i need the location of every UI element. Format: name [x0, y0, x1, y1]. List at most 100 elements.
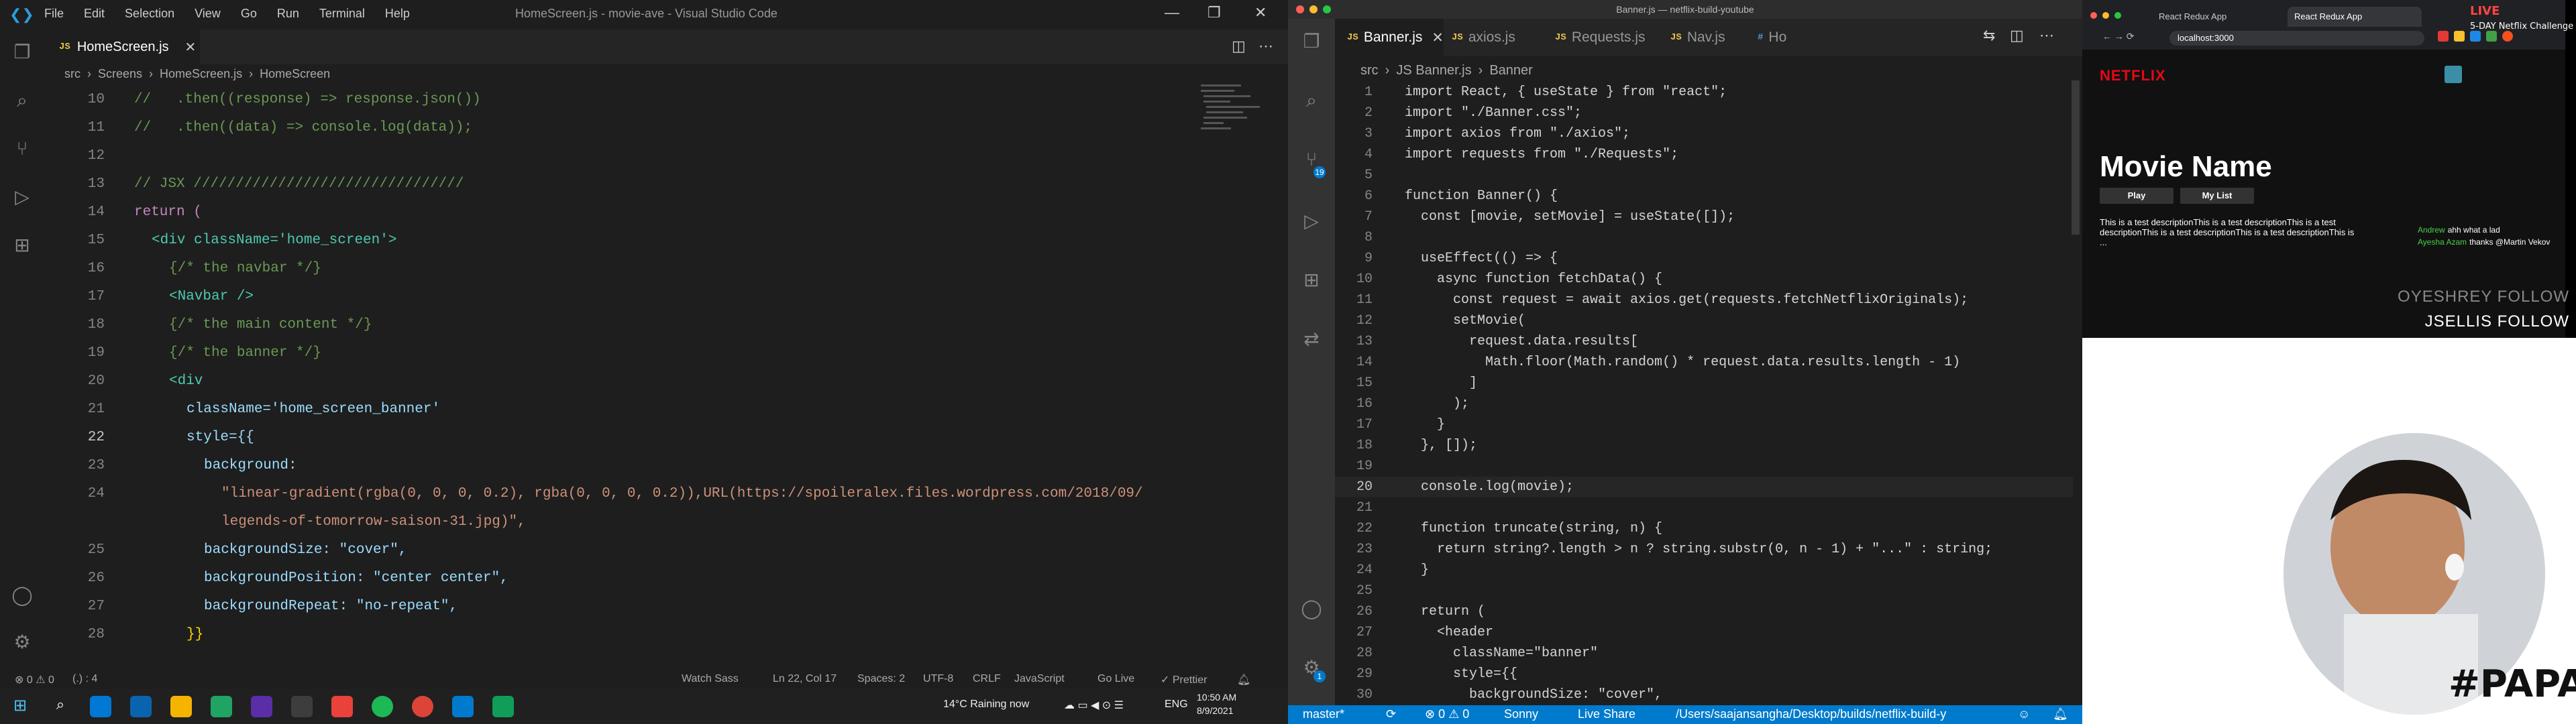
- spotify-icon[interactable]: [372, 696, 393, 717]
- watch-sass-button[interactable]: Watch Sass: [682, 673, 739, 685]
- extensions-icon[interactable]: ⊞: [9, 232, 36, 259]
- line-endings[interactable]: CRLF: [973, 673, 1001, 685]
- explorer-icon[interactable]: ❐: [1298, 28, 1325, 55]
- open-changes-icon[interactable]: ⇆: [1983, 27, 1995, 44]
- search-icon[interactable]: ⌕: [9, 87, 36, 114]
- settings-gear-icon[interactable]: ⚙: [9, 629, 36, 656]
- account-icon[interactable]: ◯: [1298, 595, 1325, 622]
- tab-banner-js[interactable]: JS Banner.js ✕: [1335, 19, 1444, 56]
- editor-scrollbar[interactable]: [2072, 80, 2080, 235]
- encoding[interactable]: UTF-8: [923, 673, 953, 685]
- zoom-dot-icon[interactable]: [1323, 5, 1331, 13]
- breadcrumb-item[interactable]: JS Banner.js: [1396, 63, 1471, 78]
- menu-item-terminal[interactable]: Terminal: [319, 7, 365, 21]
- extension-icon-green[interactable]: [2486, 31, 2497, 42]
- close-dot-icon[interactable]: [1296, 5, 1304, 13]
- edge-browser-icon[interactable]: [211, 696, 232, 717]
- feedback-icon[interactable]: ☺: [2018, 707, 2030, 721]
- app-icon-purple[interactable]: [251, 696, 272, 717]
- tab-axios-js[interactable]: JS axios.js: [1440, 19, 1515, 56]
- minimize-dot-icon[interactable]: [2102, 12, 2109, 19]
- chat-username: Andrew: [2418, 225, 2445, 235]
- minimize-dot-icon[interactable]: [1309, 5, 1318, 13]
- go-live-button[interactable]: Go Live: [1097, 673, 1134, 685]
- close-window-icon[interactable]: ✕: [1254, 4, 1267, 21]
- live-share-button[interactable]: Live Share: [1578, 707, 1635, 721]
- search-icon[interactable]: ⌕: [1298, 87, 1325, 114]
- run-debug-icon[interactable]: ▷: [9, 184, 36, 210]
- menu-item-run[interactable]: Run: [277, 7, 299, 21]
- breadcrumb-item[interactable]: src: [64, 67, 80, 81]
- split-editor-icon[interactable]: ◫: [2010, 27, 2024, 44]
- remote-explorer-icon[interactable]: ⇄: [1298, 326, 1325, 353]
- app-icon-grey[interactable]: [291, 696, 313, 717]
- git-branch[interactable]: master*: [1303, 707, 1344, 721]
- notifications-bell-icon[interactable]: 🔔︎: [2053, 707, 2068, 721]
- mail-app-icon[interactable]: [130, 696, 152, 717]
- live-share-user[interactable]: Sonny: [1504, 707, 1538, 721]
- store-app-icon[interactable]: [90, 696, 111, 717]
- menu-item-selection[interactable]: Selection: [125, 7, 174, 21]
- more-actions-icon[interactable]: ⋯: [2039, 27, 2054, 44]
- extension-icon-red[interactable]: [2438, 31, 2449, 42]
- extension-icon-yellow[interactable]: [2454, 31, 2465, 42]
- tab-requests-js[interactable]: JS Requests.js: [1543, 19, 1646, 56]
- problems-indicator[interactable]: ⊗ 0 ⚠ 0: [15, 673, 54, 686]
- my-list-button[interactable]: My List: [2180, 188, 2254, 204]
- tab-homescreen[interactable]: JS HomeScreen.js ✕: [44, 29, 200, 64]
- source-control-icon[interactable]: ⑂: [9, 135, 36, 162]
- close-dot-icon[interactable]: [2090, 12, 2097, 19]
- menu-item-edit[interactable]: Edit: [84, 7, 105, 21]
- clock-time[interactable]: 10:50 AM: [1197, 692, 1236, 703]
- account-icon[interactable]: ◯: [9, 582, 36, 609]
- profile-avatar-icon[interactable]: [2502, 31, 2513, 42]
- file-explorer-icon[interactable]: [170, 696, 192, 717]
- tab-ho[interactable]: # Ho: [1746, 19, 1786, 56]
- sync-icon[interactable]: ⟳: [1386, 707, 1396, 721]
- cursor-position[interactable]: Ln 22, Col 17: [773, 673, 837, 685]
- user-avatar-icon[interactable]: [2445, 66, 2462, 83]
- input-language[interactable]: ENG: [1165, 699, 1188, 711]
- indentation[interactable]: Spaces: 2: [857, 673, 905, 685]
- problems-indicator[interactable]: ⊗ 0 ⚠ 0: [1425, 707, 1469, 721]
- menu-item-file[interactable]: File: [44, 7, 64, 21]
- figma-icon[interactable]: [331, 696, 353, 717]
- explorer-icon[interactable]: ❐: [9, 39, 36, 66]
- run-debug-icon[interactable]: ▷: [1298, 208, 1325, 235]
- breadcrumb-item[interactable]: Screens: [98, 67, 142, 81]
- netflix-logo[interactable]: NETFLIX: [2100, 67, 2166, 84]
- chrome-icon[interactable]: [412, 696, 433, 717]
- zoom-dot-icon[interactable]: [2114, 12, 2121, 19]
- windows-start-icon[interactable]: ⊞: [9, 696, 31, 717]
- breadcrumb-item[interactable]: HomeScreen: [260, 67, 330, 81]
- address-bar[interactable]: localhost:3000: [2169, 31, 2424, 46]
- language-mode[interactable]: JavaScript: [1014, 673, 1065, 685]
- notifications-bell-icon[interactable]: 🔔︎: [1237, 673, 1250, 686]
- weather-widget[interactable]: 14°C Raining now: [943, 699, 1029, 711]
- minimap[interactable]: [1194, 64, 1275, 208]
- tray-icons[interactable]: ☁ ▭ ◀ ⊙ ☰: [1064, 699, 1124, 712]
- minimize-icon[interactable]: —: [1165, 4, 1179, 21]
- taskbar-search-icon[interactable]: ⌕: [50, 696, 71, 717]
- split-editor-icon[interactable]: ◫: [1232, 38, 1246, 55]
- extensions-icon[interactable]: ⊞: [1298, 267, 1325, 294]
- more-actions-icon[interactable]: ⋯: [1258, 38, 1273, 55]
- restore-icon[interactable]: ❐: [1208, 4, 1221, 21]
- menu-item-view[interactable]: View: [195, 7, 221, 21]
- vscode-taskbar-icon[interactable]: [452, 696, 474, 717]
- play-button[interactable]: Play: [2100, 188, 2174, 204]
- nav-buttons-icon[interactable]: ← → ⟳: [2102, 31, 2135, 42]
- extension-icon-blue[interactable]: [2470, 31, 2481, 42]
- tab-nav-js[interactable]: JS Nav.js: [1658, 19, 1725, 56]
- prettier-button[interactable]: ✓ Prettier: [1161, 673, 1207, 686]
- clock-date[interactable]: 8/9/2021: [1197, 705, 1234, 716]
- browser-tab-2[interactable]: React Redux App: [2288, 7, 2422, 27]
- close-tab-icon[interactable]: ✕: [185, 39, 197, 56]
- browser-tab-1[interactable]: React Redux App: [2152, 7, 2286, 27]
- app-icon-green[interactable]: [492, 696, 514, 717]
- breadcrumb-item[interactable]: Banner: [1489, 63, 1533, 78]
- breadcrumb-item[interactable]: HomeScreen.js: [160, 67, 242, 81]
- menu-item-go[interactable]: Go: [241, 7, 257, 21]
- breadcrumb-item[interactable]: src: [1360, 63, 1379, 78]
- menu-item-help[interactable]: Help: [385, 7, 410, 21]
